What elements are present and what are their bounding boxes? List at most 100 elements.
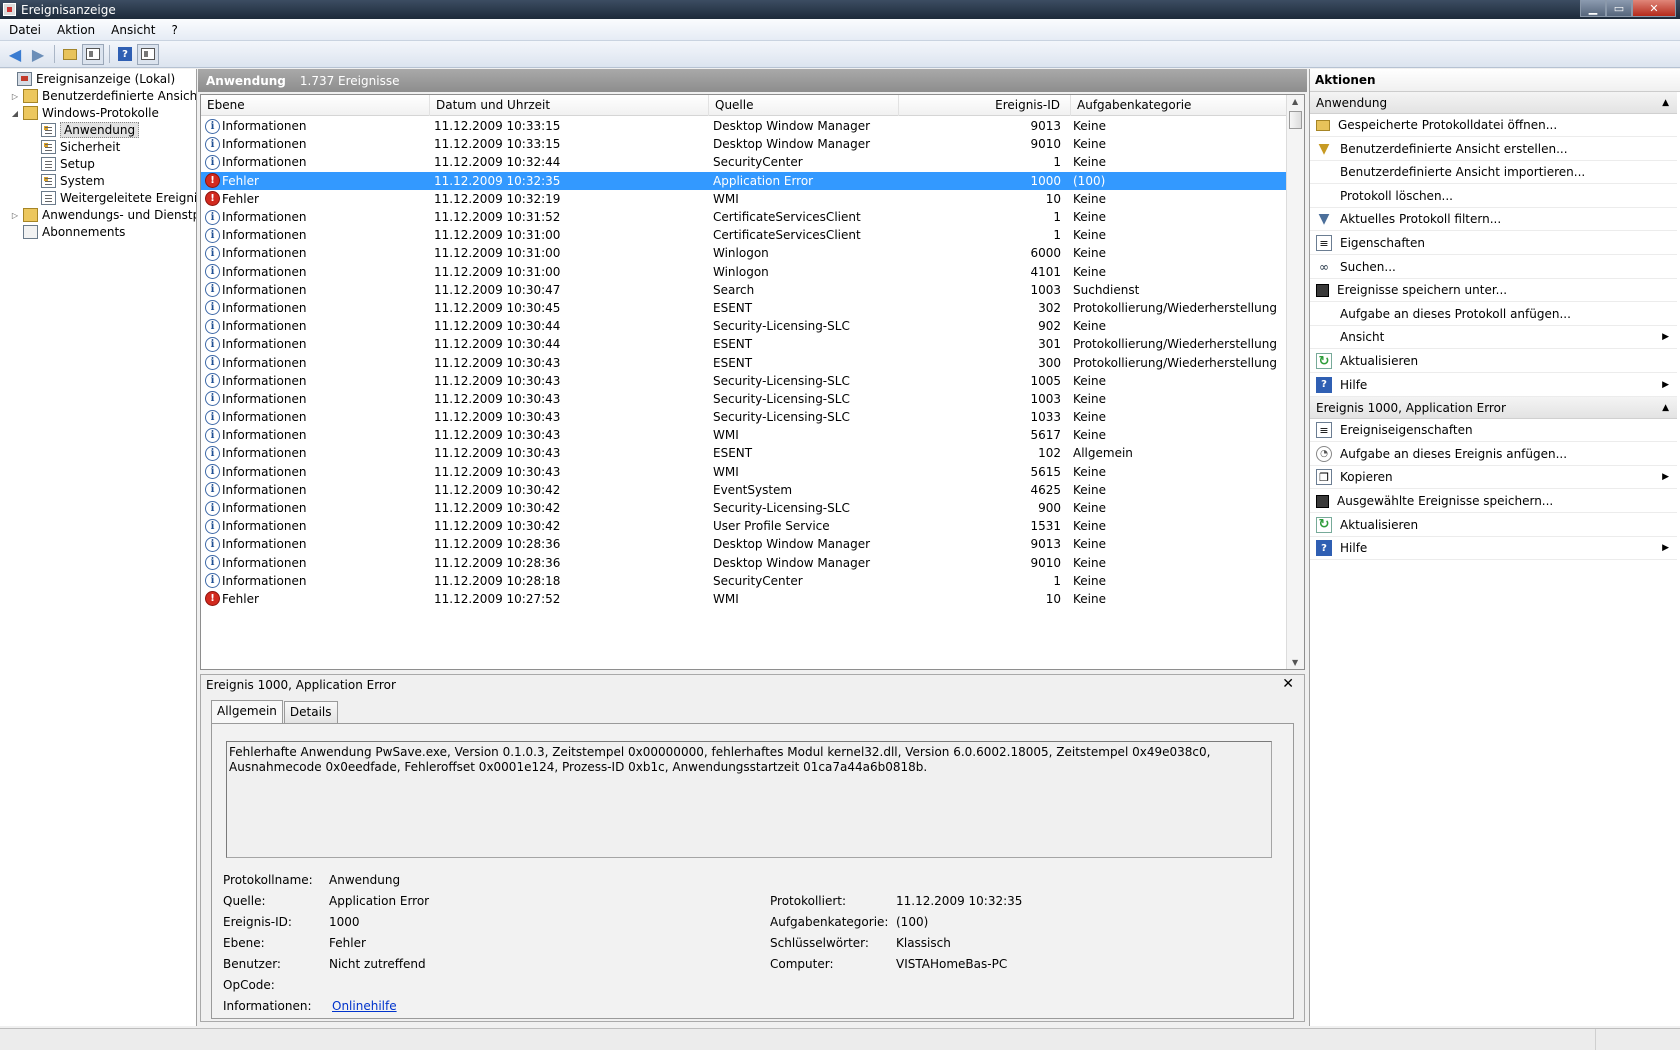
action-item[interactable]: Gespeicherte Protokolldatei öffnen... <box>1310 114 1677 137</box>
table-row[interactable]: ! Fehler 11.12.2009 10:27:52 WMI 10 Keine <box>201 590 1286 608</box>
menu-ansicht[interactable]: Ansicht <box>103 23 163 37</box>
table-row[interactable]: i Informationen 11.12.2009 10:33:15 Desktop… <box>201 117 1286 135</box>
collapse-icon[interactable]: ▲ <box>1662 92 1669 114</box>
tree-node-setup[interactable]: Setup <box>28 155 95 173</box>
action-item[interactable]: ◔ Aufgabe an dieses Ereignis anfügen... <box>1310 443 1677 466</box>
column-header-date[interactable]: Datum und Uhrzeit <box>430 95 709 116</box>
action-item[interactable]: ↻ Aktualisieren <box>1310 350 1677 373</box>
tree-node-label: Ereignisanzeige (Lokal) <box>36 72 176 86</box>
cell-task-category: Suchdienst <box>1073 282 1140 297</box>
table-row[interactable]: i Informationen 11.12.2009 10:31:00 Winlogo… <box>201 244 1286 262</box>
table-row[interactable]: ! Fehler 11.12.2009 10:32:35 Application Er… <box>201 171 1286 190</box>
table-row[interactable]: i Informationen 11.12.2009 10:31:00 Winlogo… <box>201 263 1286 281</box>
action-item[interactable]: ? Hilfe ▶ <box>1310 374 1677 397</box>
up-folder-button[interactable] <box>59 44 81 65</box>
tab-details[interactable]: Details <box>283 701 338 723</box>
close-detail-icon[interactable]: ✕ <box>1282 676 1294 692</box>
tree-node-forwarded-events[interactable]: Weitergeleitete Ereignisse <box>28 189 196 207</box>
cell-date: 11.12.2009 10:31:00 <box>434 228 561 243</box>
level-text: Informationen <box>222 482 307 497</box>
table-row[interactable]: i Informationen 11.12.2009 10:30:43 Securit… <box>201 408 1286 426</box>
column-header-task-category[interactable]: Aufgabenkategorie <box>1071 95 1286 116</box>
menu-aktion[interactable]: Aktion <box>49 23 103 37</box>
table-row[interactable]: i Informationen 11.12.2009 10:30:43 ESENT 30… <box>201 353 1286 371</box>
tree-node-subscriptions[interactable]: Abonnements <box>10 223 125 241</box>
table-row[interactable]: ! Fehler 11.12.2009 10:32:19 WMI 10 Keine <box>201 190 1286 208</box>
online-help-link[interactable]: Onlinehilfe <box>332 999 397 1013</box>
cell-task-category: Protokollierung/Wiederherstellung <box>1073 300 1277 315</box>
table-row[interactable]: i Informationen 11.12.2009 10:30:44 ESENT 30… <box>201 335 1286 353</box>
action-item[interactable]: ? Hilfe ▶ <box>1310 537 1677 561</box>
table-row[interactable]: i Informationen 11.12.2009 10:30:43 ESENT 10… <box>201 444 1286 462</box>
table-row[interactable]: i Informationen 11.12.2009 10:33:15 Desktop… <box>201 135 1286 153</box>
table-row[interactable]: i Informationen 11.12.2009 10:30:43 Securit… <box>201 390 1286 408</box>
action-item[interactable]: ❐ Kopieren ▶ <box>1310 466 1677 490</box>
actions-section-header[interactable]: Anwendung ▲ <box>1310 92 1677 114</box>
action-item[interactable]: Aufgabe an dieses Protokoll anfügen... <box>1310 303 1677 326</box>
table-row[interactable]: i Informationen 11.12.2009 10:30:42 EventSy… <box>201 481 1286 499</box>
show-hide-actions-button[interactable] <box>137 43 159 65</box>
menu-help[interactable]: ? <box>163 23 185 37</box>
forward-button[interactable]: ▶ <box>27 44 49 65</box>
table-row[interactable]: i Informationen 11.12.2009 10:32:44 Securit… <box>201 153 1286 171</box>
tree-node-custom-views[interactable]: ▷ Benutzerdefinierte Ansichten <box>10 87 196 105</box>
menu-datei[interactable]: Datei <box>0 23 49 37</box>
action-item[interactable]: Ausgewählte Ereignisse speichern... <box>1310 490 1677 513</box>
table-row[interactable]: i Informationen 11.12.2009 10:30:45 ESENT 30… <box>201 299 1286 317</box>
action-item[interactable]: Ansicht ▶ <box>1310 326 1677 350</box>
tree-node-app-service-logs[interactable]: ▷ Anwendungs- und Dienstprotokolle <box>10 206 196 224</box>
table-row[interactable]: i Informationen 11.12.2009 10:28:36 Desktop… <box>201 535 1286 553</box>
table-row[interactable]: i Informationen 11.12.2009 10:30:42 Securit… <box>201 499 1286 517</box>
tree-node-root[interactable]: Ereignisanzeige (Lokal) <box>4 70 175 88</box>
collapse-icon[interactable]: ▲ <box>1662 397 1669 419</box>
scroll-up-icon[interactable]: ▲ <box>1292 97 1298 106</box>
cell-level: i Informationen <box>201 409 430 425</box>
table-row[interactable]: i Informationen 11.12.2009 10:31:52 Certifi… <box>201 208 1286 226</box>
column-header-event-id[interactable]: Ereignis-ID <box>899 95 1071 116</box>
table-row[interactable]: i Informationen 11.12.2009 10:28:36 Desktop… <box>201 554 1286 572</box>
action-item[interactable]: Benutzerdefinierte Ansicht importieren..… <box>1310 161 1677 185</box>
properties-icon: ≡ <box>1316 422 1332 439</box>
tree-node-sicherheit[interactable]: Sicherheit <box>28 138 120 156</box>
tree-expander[interactable]: ▷ <box>10 92 20 101</box>
back-button[interactable]: ◀ <box>4 44 26 65</box>
maximize-button[interactable]: ▭ <box>1606 0 1632 17</box>
action-item[interactable]: Protokoll löschen... <box>1310 185 1677 208</box>
column-header-level[interactable]: Ebene <box>201 95 430 116</box>
tree-node-anwendung[interactable]: Anwendung <box>28 121 140 139</box>
table-row[interactable]: i Informationen 11.12.2009 10:30:43 Securit… <box>201 372 1286 390</box>
table-row[interactable]: i Informationen 11.12.2009 10:30:44 Securit… <box>201 317 1286 335</box>
event-list-vertical-scrollbar[interactable]: ▲ ▼ <box>1286 95 1304 669</box>
tree-expander[interactable]: ◢ <box>10 109 20 118</box>
cell-level: i Informationen <box>201 136 430 152</box>
close-button[interactable]: ✕ <box>1632 0 1676 17</box>
cell-date: 11.12.2009 10:30:47 <box>434 282 561 297</box>
tree-expander[interactable]: ▷ <box>10 211 20 220</box>
table-row[interactable]: i Informationen 11.12.2009 10:30:42 User Pr… <box>201 517 1286 535</box>
action-item[interactable]: ≡ Eigenschaften <box>1310 232 1677 255</box>
action-item[interactable]: ↻ Aktualisieren <box>1310 514 1677 537</box>
action-item[interactable]: ≡ Ereigniseigenschaften <box>1310 419 1677 443</box>
action-item[interactable]: Ereignisse speichern unter... <box>1310 279 1677 303</box>
tab-allgemein[interactable]: Allgemein <box>211 700 283 723</box>
scrollbar-thumb[interactable] <box>1289 111 1302 129</box>
event-rows: i Informationen 11.12.2009 10:33:15 Desktop… <box>201 117 1286 608</box>
actions-section-header[interactable]: Ereignis 1000, Application Error ▲ <box>1310 397 1677 420</box>
table-row[interactable]: i Informationen 11.12.2009 10:28:18 Securit… <box>201 572 1286 590</box>
column-header-source[interactable]: Quelle <box>709 95 899 116</box>
event-description[interactable]: Fehlerhafte Anwendung PwSave.exe, Versio… <box>226 741 1272 858</box>
tree-node-windows-logs[interactable]: ◢ Windows-Protokolle <box>10 104 159 122</box>
table-row[interactable]: i Informationen 11.12.2009 10:31:00 Certifi… <box>201 226 1286 244</box>
action-item[interactable]: ▼ Aktuelles Protokoll filtern... <box>1310 208 1677 232</box>
scroll-down-icon[interactable]: ▼ <box>1292 658 1298 667</box>
help-button[interactable]: ? <box>114 44 136 65</box>
tree-node-system[interactable]: System <box>28 172 105 190</box>
table-row[interactable]: i Informationen 11.12.2009 10:30:43 WMI 5615… <box>201 463 1286 481</box>
action-item[interactable]: ▼ Benutzerdefinierte Ansicht erstellen... <box>1310 138 1677 161</box>
action-item[interactable]: ∞ Suchen... <box>1310 256 1677 279</box>
table-row[interactable]: i Informationen 11.12.2009 10:30:43 WMI 5617… <box>201 426 1286 444</box>
cell-task-category: Keine <box>1073 501 1106 516</box>
table-row[interactable]: i Informationen 11.12.2009 10:30:47 Search 1… <box>201 281 1286 299</box>
show-hide-tree-button[interactable] <box>82 43 104 65</box>
minimize-button[interactable]: ▁ <box>1580 0 1606 17</box>
